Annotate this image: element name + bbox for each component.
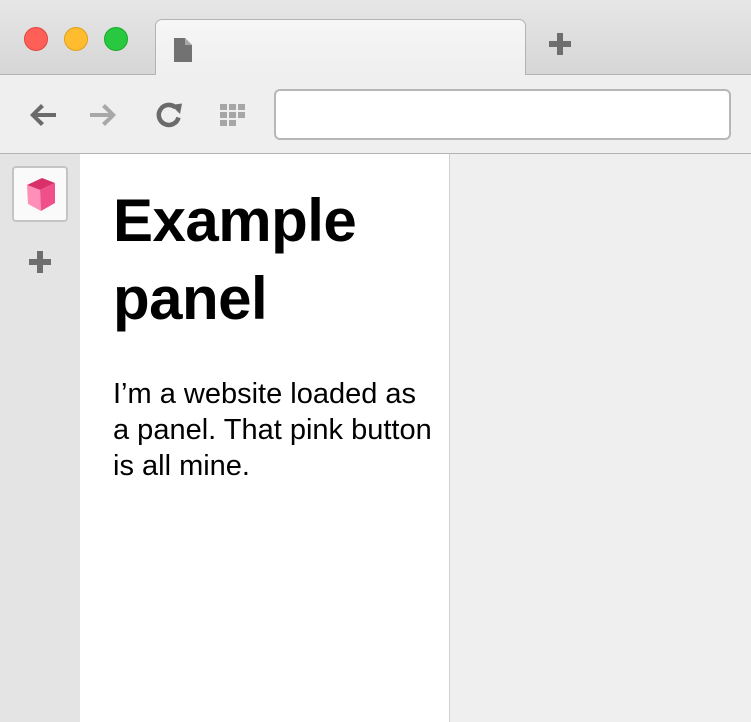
close-window-button[interactable] [24, 27, 48, 51]
navigation-toolbar [0, 75, 751, 154]
reload-button[interactable] [155, 102, 185, 128]
address-bar[interactable] [274, 89, 731, 140]
tab-strip [0, 0, 751, 76]
side-panel: Example panel I’m a website loaded as a … [80, 154, 450, 722]
tab-active[interactable] [155, 19, 526, 76]
sidebar-item-example-panel[interactable] [12, 166, 68, 222]
new-tab-button[interactable] [548, 32, 572, 56]
browser-window: Example panel I’m a website loaded as a … [0, 0, 751, 722]
forward-button[interactable] [88, 102, 118, 128]
pink-cube-icon [27, 178, 55, 211]
main-content-area [450, 154, 751, 722]
document-icon [174, 38, 192, 62]
panel-sidebar [0, 154, 80, 722]
back-button[interactable] [28, 102, 58, 128]
maximize-window-button[interactable] [104, 27, 128, 51]
minimize-window-button[interactable] [64, 27, 88, 51]
apps-grid-button[interactable] [219, 102, 249, 128]
add-panel-button[interactable] [28, 250, 52, 274]
panel-title: Example panel [113, 187, 357, 332]
panel-body-text: I’m a website loaded as a panel. That pi… [113, 378, 432, 482]
